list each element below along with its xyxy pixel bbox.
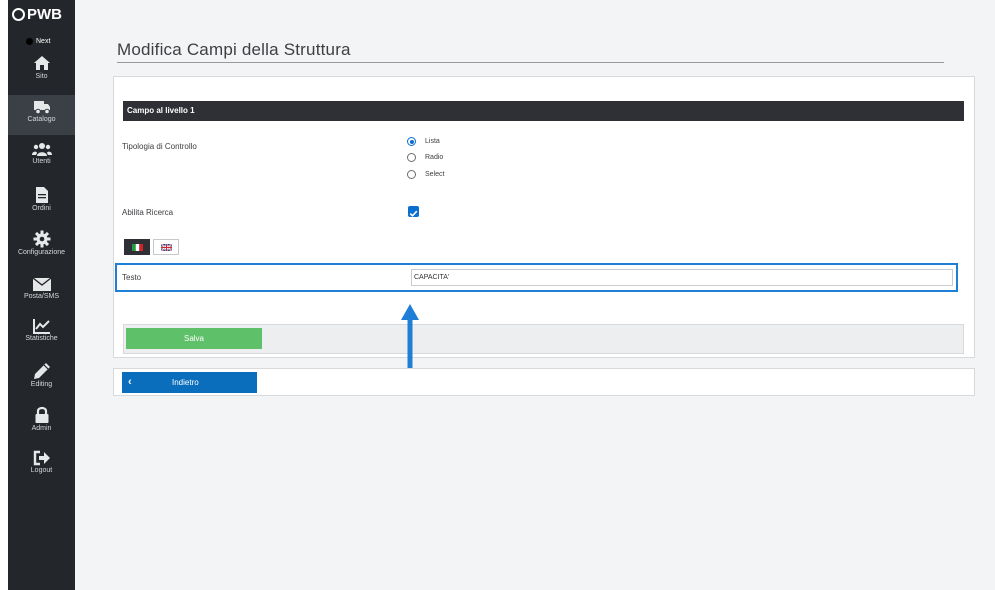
sidebar-item-utenti[interactable]: Utenti (8, 141, 75, 179)
chevron-left-icon: ‹ (128, 376, 132, 388)
sidebar-item-label: Ordini (32, 205, 51, 212)
sidebar-item-label: Posta/SMS (23, 293, 59, 300)
gear-icon (33, 230, 50, 248)
tab-italian[interactable] (124, 239, 150, 255)
main-content: Modifica Campi della Struttura Campo al … (75, 0, 995, 590)
sidebar-item-label: Catalogo (27, 116, 56, 123)
sidebar-item-label: Sito (35, 73, 48, 80)
testo-label: Testo (122, 273, 142, 282)
sidebar-item-label: Configurazione (17, 249, 66, 256)
control-type-label: Tipologia di Controllo (122, 142, 197, 151)
radio-lista-label: Lista (425, 138, 440, 145)
edition-dot-icon (26, 38, 33, 45)
sidebar-item-label: Editing (30, 381, 53, 388)
uk-flag-icon (160, 243, 172, 251)
home-icon (33, 56, 50, 70)
checkmark-icon (409, 210, 418, 217)
testo-input[interactable] (411, 269, 953, 286)
radio-radio[interactable] (407, 153, 416, 162)
brand-name: PWB (27, 6, 62, 23)
edition-badge: Next (26, 38, 50, 45)
sidebar-item-label: Statistiche (25, 335, 58, 342)
page-title: Modifica Campi della Struttura (117, 40, 351, 59)
tab-english[interactable] (153, 239, 179, 255)
sidebar-item-catalogo[interactable]: Catalogo (8, 95, 75, 135)
brand-logo[interactable]: PWB (12, 6, 76, 23)
sidebar-item-configurazione[interactable]: Configurazione (8, 230, 75, 268)
radio-radio-label: Radio (425, 154, 444, 161)
sidebar-item-admin[interactable]: Admin (8, 406, 75, 444)
radio-lista[interactable] (407, 137, 416, 146)
file-icon (35, 187, 48, 203)
sidebar-item-editing[interactable]: Editing (8, 362, 75, 400)
sidebar-item-ordini[interactable]: Ordini (8, 186, 75, 224)
logout-icon (33, 450, 50, 466)
logo-icon (12, 8, 25, 21)
chart-icon (32, 319, 50, 334)
sidebar-item-label: Utenti (32, 158, 51, 165)
search-enable-label: Abilita Ricerca (122, 208, 174, 217)
section-header: Campo al livello 1 (123, 101, 964, 121)
envelope-icon (32, 277, 51, 291)
sidebar-item-posta-sms[interactable]: Posta/SMS (8, 277, 75, 315)
back-button[interactable]: ‹ Indietro (122, 372, 257, 393)
back-button-label: Indietro (172, 378, 199, 387)
sidebar-item-label: Admin (31, 425, 52, 432)
radio-select[interactable] (407, 170, 416, 179)
pencil-icon (33, 363, 50, 379)
title-divider (117, 62, 944, 63)
edit-field-panel: Campo al livello 1 Tipologia di Controll… (113, 76, 975, 358)
lock-icon (35, 406, 48, 423)
sidebar-item-sito[interactable]: Sito (8, 54, 75, 92)
back-panel: ‹ Indietro (113, 368, 975, 396)
sidebar-item-logout[interactable]: Logout (8, 450, 75, 488)
sidebar-item-label: Logout (30, 467, 53, 474)
sidebar: PWB Next Sito Catalogo Utenti Ordini Con… (8, 0, 75, 590)
truck-icon (33, 101, 50, 115)
users-icon (31, 143, 52, 156)
search-enable-checkbox[interactable] (408, 206, 419, 217)
edition-label: Next (36, 38, 51, 45)
radio-select-label: Select (425, 171, 445, 178)
sidebar-item-statistiche[interactable]: Statistiche (8, 318, 75, 356)
testo-field-highlight: Testo (115, 263, 958, 292)
italy-flag-icon (131, 243, 143, 251)
save-button[interactable]: Salva (126, 328, 262, 349)
